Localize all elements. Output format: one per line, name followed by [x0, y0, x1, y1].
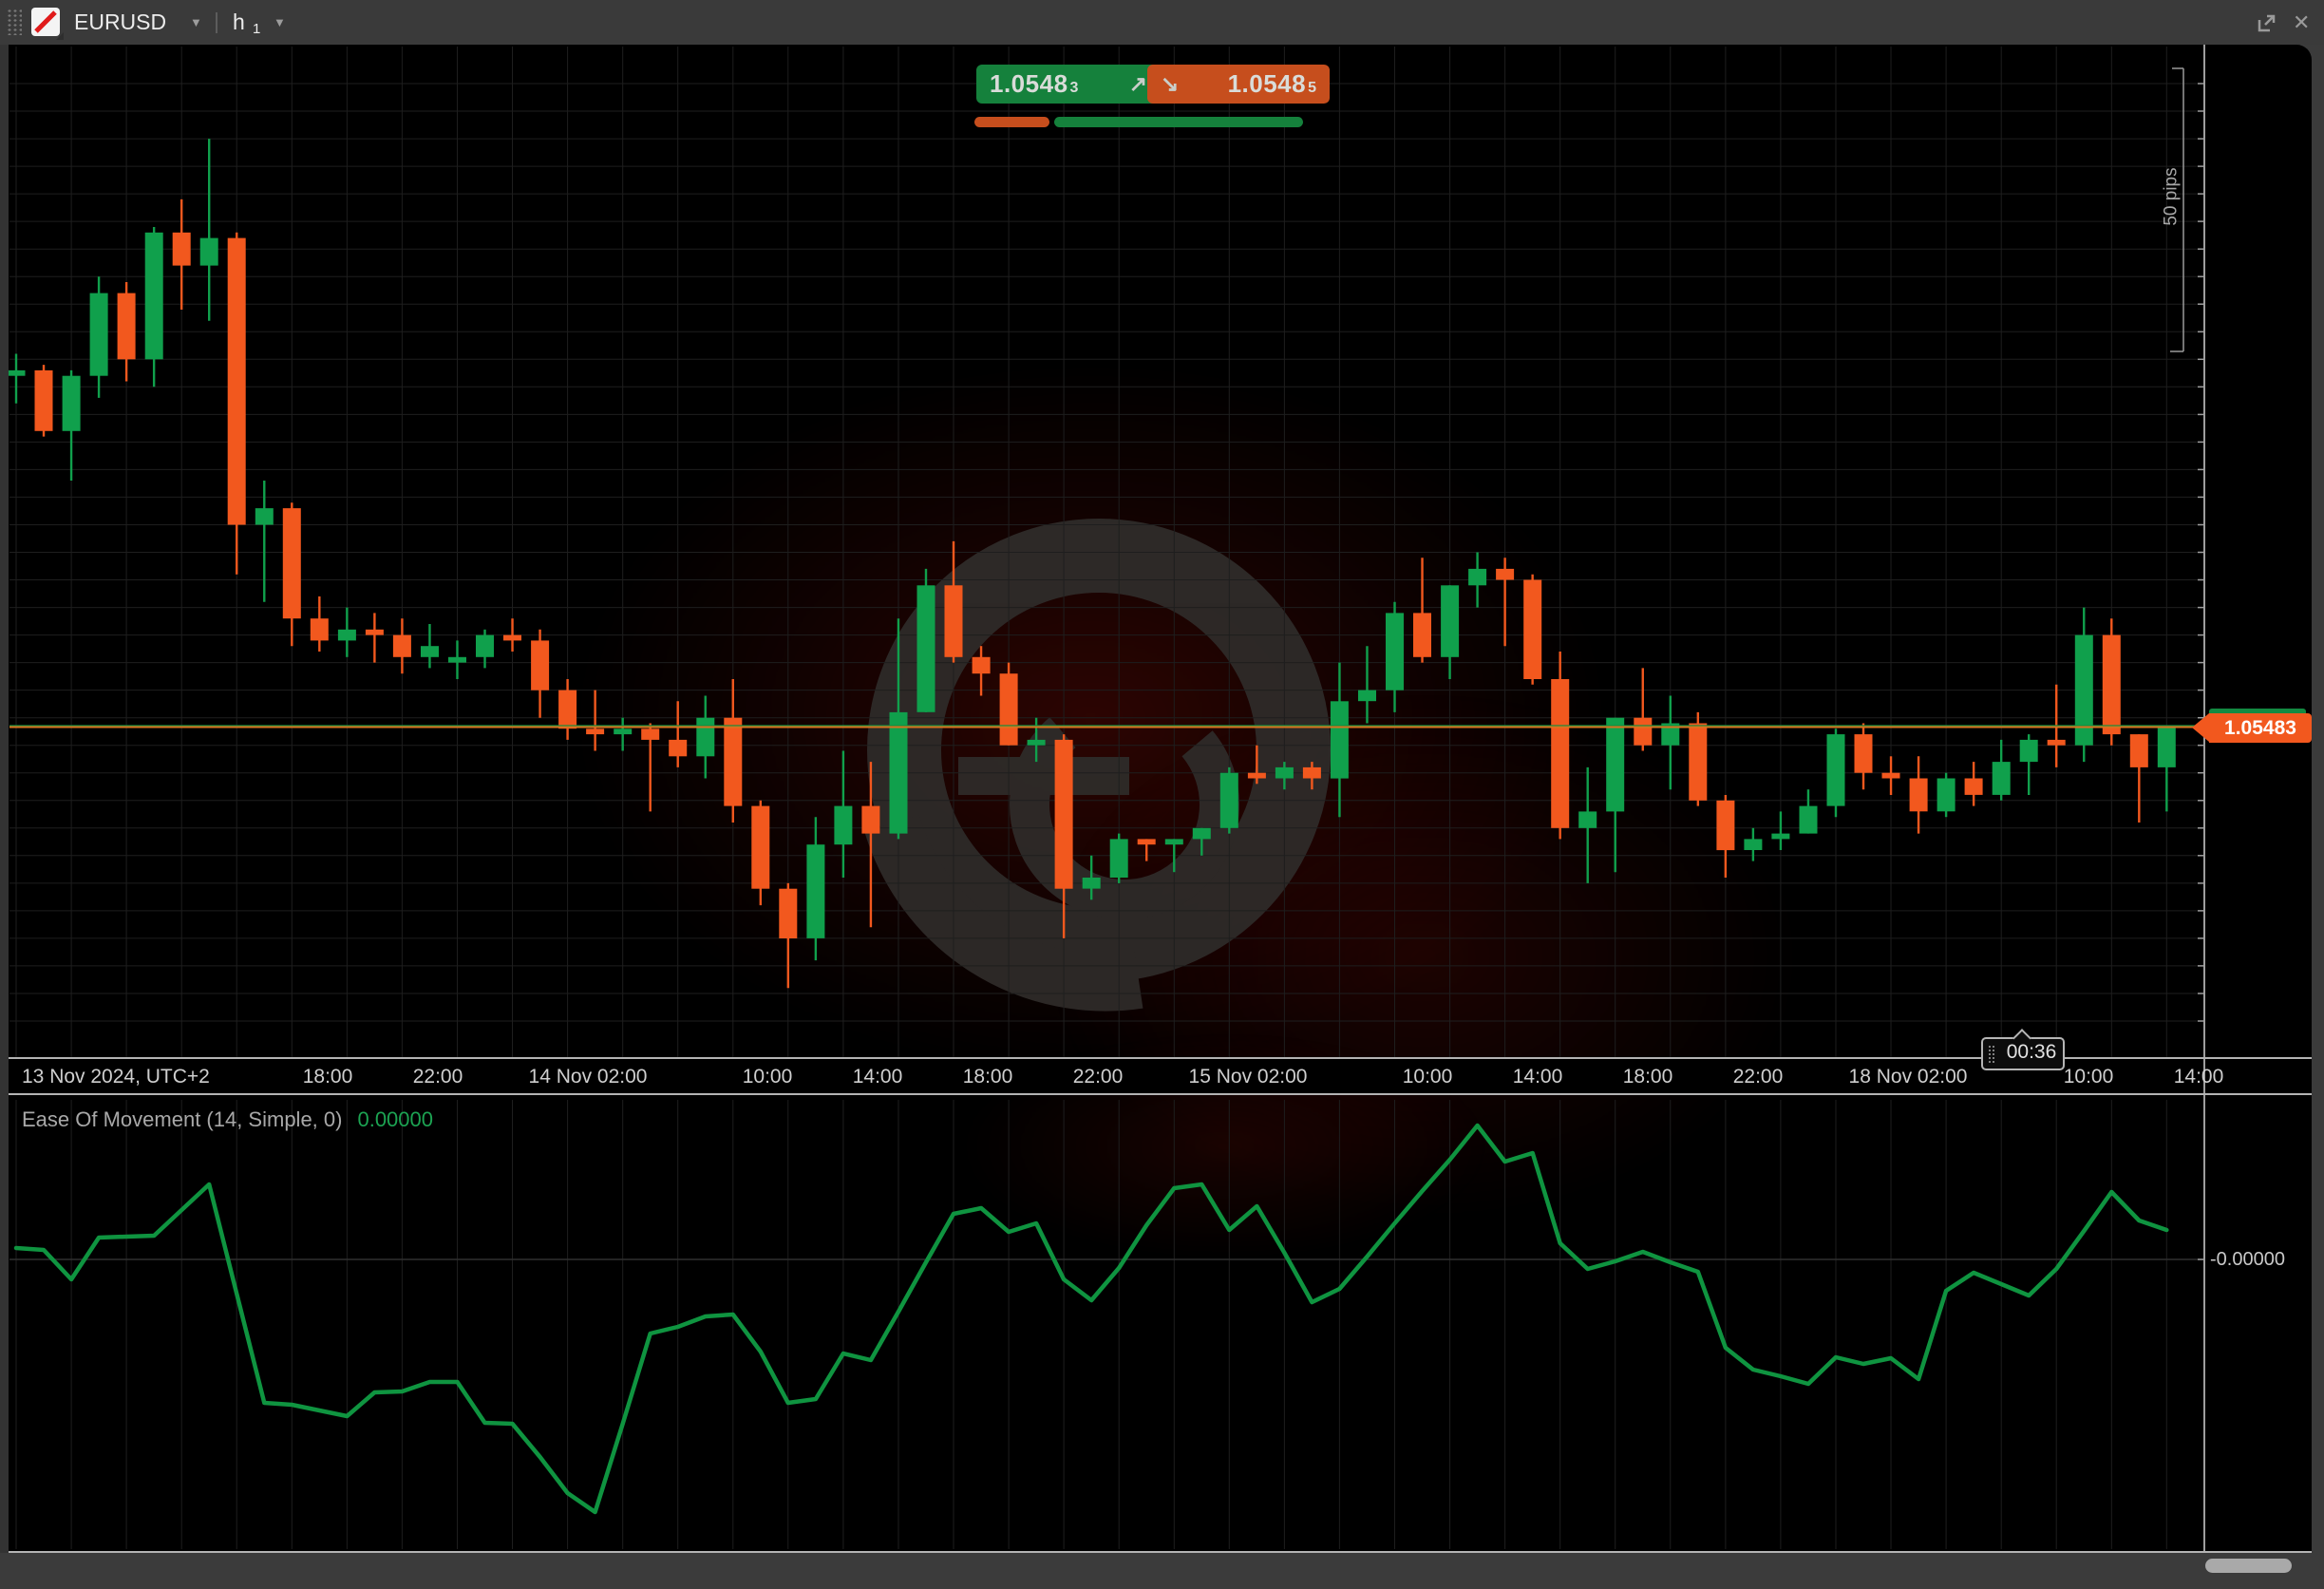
indicator-title[interactable]: Ease Of Movement (14, Simple, 0) [22, 1107, 342, 1132]
time-axis-label: 14:00 [2173, 1066, 2224, 1088]
time-axis-label: 15 Nov 02:00 [1188, 1066, 1308, 1088]
indicator-value: 0.00000 [357, 1107, 433, 1131]
time-axis-label: 13 Nov 2024, UTC+2 [22, 1066, 210, 1088]
left-edge [0, 45, 9, 1589]
tag-arrow-icon [2192, 713, 2209, 742]
time-axis-label: 18:00 [302, 1066, 353, 1088]
close-icon[interactable]: ✕ [2293, 0, 2310, 45]
scrollbar-thumb[interactable] [2205, 1559, 2292, 1573]
chart-canvas[interactable] [0, 0, 2324, 1589]
time-axis-label: 22:00 [412, 1066, 463, 1088]
time-axis-label: 22:00 [1072, 1066, 1124, 1088]
right-edge [2312, 45, 2324, 1589]
buy-button[interactable]: ↘ 1.0548 5 [1147, 65, 1330, 104]
timeframe-number[interactable]: 1 [253, 21, 260, 37]
candlestick-series [7, 139, 2176, 989]
popout-icon[interactable] [2257, 0, 2277, 45]
toolbar-divider [216, 12, 217, 33]
price-axis[interactable]: 1.066501.066001.065501.065001.064501.064… [2205, 45, 2312, 1057]
symbol-icon[interactable] [31, 8, 64, 40]
sentiment-bar-sell [974, 117, 1049, 127]
time-axis-label: 18:00 [962, 1066, 1013, 1088]
time-axis-label: 10:00 [742, 1066, 793, 1088]
indicator-header: Ease Of Movement (14, Simple, 0) 0.00000 [22, 1107, 433, 1132]
time-axis[interactable]: 13 Nov 2024, UTC+2 18:00 22:00 14 Nov 02:00… [9, 1059, 2223, 1093]
sell-price-pip: 3 [1069, 79, 1079, 96]
time-axis-label: 10:00 [1402, 1066, 1453, 1088]
time-axis-label: 18 Nov 02:00 [1848, 1066, 1968, 1088]
time-axis-label: 22:00 [1732, 1066, 1784, 1088]
sell-price: 1.0548 [990, 69, 1068, 98]
chart-toolbar: EURUSD ▼ h 1 ▼ ✕ [0, 0, 2324, 45]
buy-price-pip: 5 [1308, 79, 1316, 96]
timeframe-selector[interactable]: h [233, 0, 245, 45]
time-axis-label: 10:00 [2063, 1066, 2114, 1088]
chevron-down-icon[interactable]: ▼ [274, 0, 286, 45]
time-axis-label: 14:00 [1512, 1066, 1563, 1088]
chevron-down-icon[interactable]: ▼ [190, 0, 202, 45]
time-axis-label: 18:00 [1622, 1066, 1673, 1088]
horizontal-scrollbar[interactable]: ◀ ▶ [0, 1553, 2324, 1589]
sell-button[interactable]: 1.0548 3 ↗ [976, 65, 1161, 104]
grid-lines [9, 47, 2203, 1549]
time-axis-label: 14:00 [852, 1066, 903, 1088]
drag-handle-icon [1988, 1045, 1996, 1063]
time-axis-label: 14 Nov 02:00 [528, 1066, 648, 1088]
spot-price-lines [9, 725, 2203, 728]
arrow-down-icon: ↘ [1161, 71, 1180, 96]
indicator-line [13, 1123, 2169, 1515]
measure-scale-label: 50 pips [2161, 167, 2182, 226]
sentiment-bar-buy [1054, 117, 1303, 127]
drag-handle-icon[interactable] [7, 9, 22, 35]
indicator-axis-label: -0.00000 [2210, 1249, 2285, 1270]
bar-countdown[interactable]: 00:36 [1981, 1029, 2065, 1070]
arrow-up-icon: ↗ [1128, 71, 1147, 96]
bid-price-tag: 1.05483 [2192, 713, 2312, 743]
buy-price: 1.0548 [1227, 69, 1307, 98]
time-axis-border [9, 1093, 2312, 1095]
symbol-selector[interactable]: EURUSD [74, 0, 166, 45]
chart-window: EURUSD ▼ h 1 ▼ ✕ 1.0548 3 ↗ ↘ 1.0548 5 1… [0, 0, 2324, 1589]
